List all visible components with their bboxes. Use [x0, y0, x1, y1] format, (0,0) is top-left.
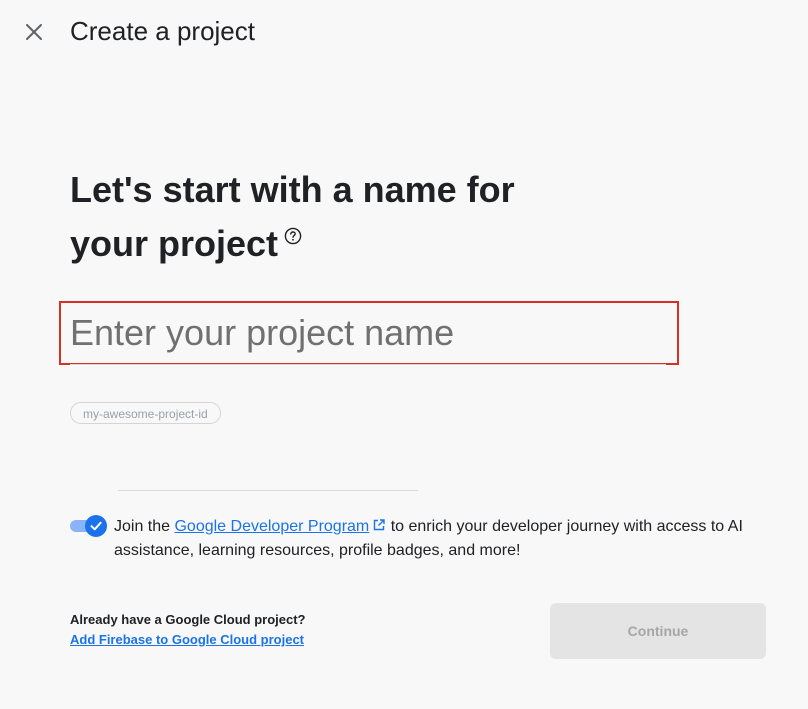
project-id-chip[interactable]: my-awesome-project-id [70, 402, 221, 424]
page-title: Create a project [70, 16, 255, 46]
main-heading: Let's start with a name for your project [70, 163, 590, 271]
developer-program-link-label: Google Developer Program [174, 518, 370, 535]
heading-line-1: Let's start with a name for [70, 169, 515, 210]
developer-program-link[interactable]: Google Developer Program [174, 518, 386, 535]
section-divider [118, 490, 418, 491]
project-name-underline [70, 364, 666, 365]
close-icon [26, 24, 42, 40]
developer-program-toggle[interactable] [70, 515, 108, 537]
continue-button[interactable]: Continue [550, 603, 766, 659]
program-text-before: Join the [114, 518, 175, 535]
project-name-input[interactable] [70, 313, 665, 353]
add-firebase-to-google-cloud-link[interactable]: Add Firebase to Google Cloud project [70, 631, 304, 649]
close-button[interactable] [21, 19, 47, 45]
heading-line-2: your project [70, 223, 279, 264]
heading-line-2-wrapper: your project [70, 217, 302, 271]
open-in-new-icon [374, 519, 385, 531]
google-cloud-question: Already have a Google Cloud project? [70, 612, 306, 627]
help-circle-icon[interactable] [284, 227, 302, 245]
project-name-field[interactable] [59, 301, 679, 365]
developer-program-text: Join the Google Developer Program to enr… [114, 515, 764, 563]
toggle-knob [85, 515, 107, 537]
check-icon [90, 521, 102, 531]
